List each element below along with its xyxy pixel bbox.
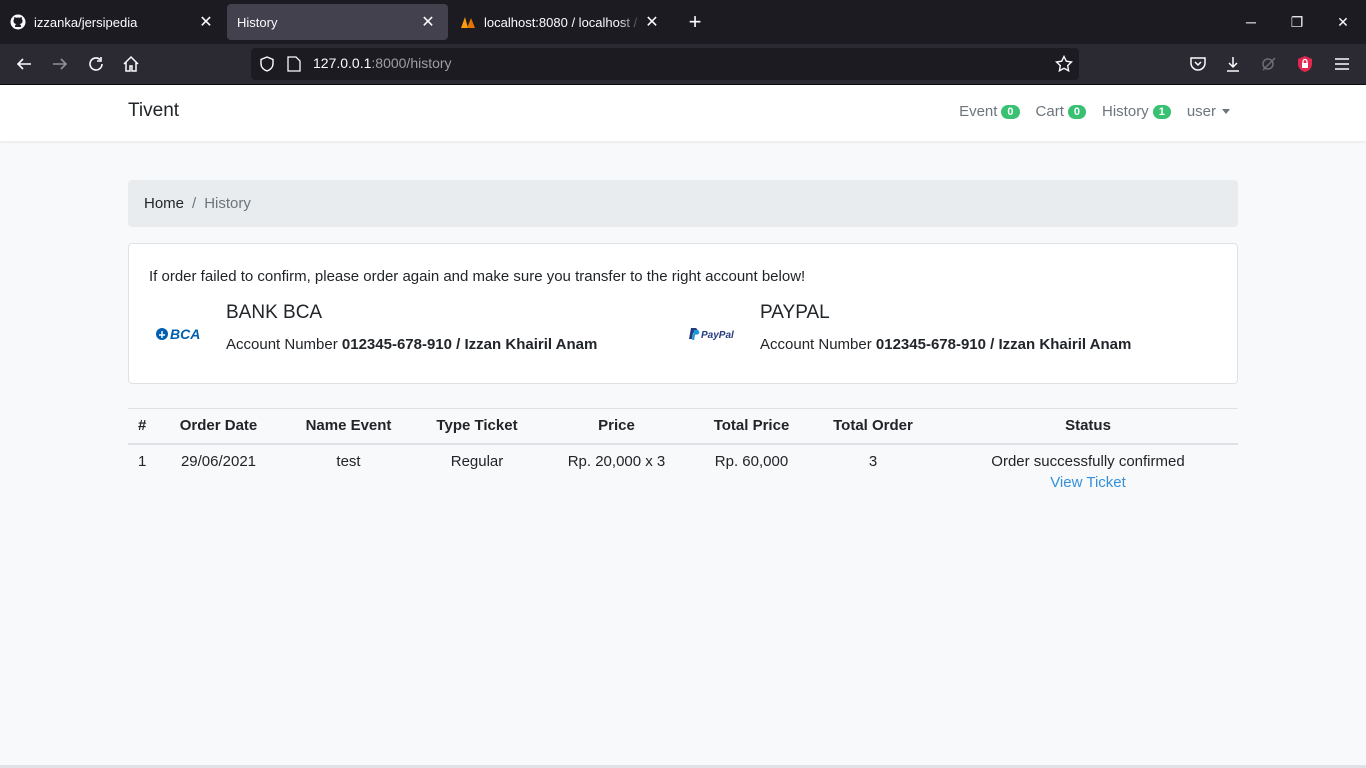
nav-links: Event 0 Cart 0 History 1 user — [943, 103, 1230, 120]
extension-icon[interactable] — [1255, 50, 1283, 78]
breadcrumb-home[interactable]: Home — [144, 195, 184, 212]
account-holder: Izzan Khairil Anam — [998, 336, 1132, 353]
cell-name-event: test — [336, 452, 361, 470]
new-tab-button[interactable]: + — [683, 9, 707, 34]
pocket-icon[interactable] — [1184, 50, 1212, 78]
download-icon[interactable] — [1219, 50, 1247, 78]
caret-down-icon — [1222, 109, 1230, 114]
browser-tab-bar: izzanka/jersipedia ✕ History ✕ localhost… — [0, 0, 1366, 44]
url-path: :8000/history — [371, 55, 452, 71]
tab-title: localhost:8080 / localhost / tiven — [484, 14, 642, 30]
col-header: Order Date — [156, 408, 281, 445]
site-navbar: Tivent Event 0 Cart 0 History 1 user — [0, 85, 1366, 141]
github-icon — [10, 14, 26, 30]
user-name: user — [1186, 103, 1216, 120]
nav-event[interactable]: Event 0 — [959, 103, 1020, 120]
bca-logo: BCA — [149, 322, 209, 346]
user-dropdown[interactable]: user — [1187, 103, 1230, 120]
col-header: # — [128, 408, 156, 445]
phpmyadmin-icon — [460, 14, 476, 30]
address-bar[interactable]: 127.0.0.1:8000/history — [251, 48, 1079, 80]
minimize-icon[interactable]: ─ — [1228, 0, 1274, 44]
cell-no: 1 — [138, 452, 147, 470]
col-header: Price — [538, 408, 695, 445]
nav-history[interactable]: History 1 — [1102, 103, 1171, 120]
home-icon[interactable] — [117, 50, 145, 78]
payment-info-card: If order failed to confirm, please order… — [128, 243, 1238, 384]
paypal-logo: PayPal — [683, 322, 743, 346]
paypal-logo-text: PayPal — [701, 330, 734, 341]
lock-extension-icon[interactable] — [1291, 50, 1319, 78]
tab-title: izzanka/jersipedia — [34, 14, 138, 30]
browser-toolbar: 127.0.0.1:8000/history — [0, 44, 1366, 85]
brand-logo[interactable]: Tivent — [128, 100, 179, 122]
cell-price: Rp. 20,000 x 3 — [567, 452, 666, 470]
tab-phpmyadmin[interactable]: localhost:8080 / localhost / tiven ✕ — [450, 4, 672, 40]
payment-notice: If order failed to confirm, please order… — [149, 268, 806, 285]
breadcrumb: Home / History — [128, 180, 1238, 227]
breadcrumb-separator: / — [192, 195, 197, 212]
bank-account: Account Number 012345-678-910 / Izzan Kh… — [226, 336, 597, 353]
col-header: Total Price — [695, 408, 808, 445]
breadcrumb-current: History — [204, 195, 251, 212]
bank-account: Account Number 012345-678-910 / Izzan Kh… — [760, 336, 1131, 353]
account-label: Account Number — [760, 336, 876, 353]
event-count-badge: 0 — [1001, 104, 1020, 119]
cell-order-date: 29/06/2021 — [180, 452, 257, 470]
tab-title: History — [237, 14, 278, 30]
account-separator: / — [452, 336, 465, 353]
shield-icon[interactable] — [259, 56, 275, 72]
bank-bca: BCA BANK BCA Account Number 012345-678-9… — [149, 302, 669, 362]
table-header-row: # Order Date Name Event Type Ticket Pric… — [128, 408, 1238, 445]
nav-event-label: Event — [959, 103, 998, 120]
bank-name: BANK BCA — [226, 302, 323, 323]
bookmark-star-icon[interactable] — [1055, 55, 1073, 73]
account-label: Account Number — [226, 336, 342, 353]
history-table: # Order Date Name Event Type Ticket Pric… — [128, 408, 1238, 502]
nav-cart-label: Cart — [1035, 103, 1064, 120]
nav-cart[interactable]: Cart 0 — [1035, 103, 1087, 120]
table-row: 1 29/06/2021 test Regular Rp. 20,000 x 3… — [128, 444, 1238, 502]
bank-name: PAYPAL — [760, 302, 830, 323]
cell-status: Order successfully confirmed View Ticket — [938, 444, 1238, 502]
cart-count-badge: 0 — [1067, 104, 1087, 119]
account-holder: Izzan Khairil Anam — [464, 336, 598, 353]
col-header: Type Ticket — [416, 408, 538, 445]
col-header: Status — [938, 408, 1238, 445]
tab-history[interactable]: History ✕ — [227, 4, 448, 40]
bank-paypal: PayPal PAYPAL Account Number 012345-678-… — [683, 302, 1203, 362]
back-icon[interactable] — [10, 50, 38, 78]
col-header: Total Order — [808, 408, 938, 445]
status-text: Order successfully confirmed — [991, 452, 1185, 470]
nav-history-label: History — [1102, 103, 1149, 120]
menu-icon[interactable] — [1328, 50, 1356, 78]
window-close-icon[interactable]: ✕ — [1320, 0, 1366, 44]
url-host: 127.0.0.1 — [313, 55, 372, 71]
view-ticket-link[interactable]: View Ticket — [938, 474, 1238, 491]
bca-logo-text: BCA — [170, 326, 200, 342]
cell-total-order: 3 — [868, 452, 878, 470]
tab-jersipedia[interactable]: izzanka/jersipedia ✕ — [0, 4, 226, 40]
restore-icon[interactable]: ❐ — [1274, 0, 1320, 44]
cell-type-ticket: Regular — [450, 452, 504, 470]
history-count-badge: 1 — [1152, 104, 1171, 119]
close-icon[interactable]: ✕ — [196, 12, 216, 32]
account-number: 012345-678-910 — [875, 336, 986, 353]
close-icon[interactable]: ✕ — [418, 12, 438, 32]
reload-icon[interactable] — [82, 50, 110, 78]
forward-icon[interactable] — [46, 50, 74, 78]
account-number: 012345-678-910 — [341, 336, 452, 353]
col-header: Name Event — [281, 408, 416, 445]
cell-total-price: Rp. 60,000 — [714, 452, 789, 470]
account-separator: / — [986, 336, 999, 353]
close-icon[interactable]: ✕ — [642, 12, 662, 32]
page-icon[interactable] — [287, 56, 301, 72]
